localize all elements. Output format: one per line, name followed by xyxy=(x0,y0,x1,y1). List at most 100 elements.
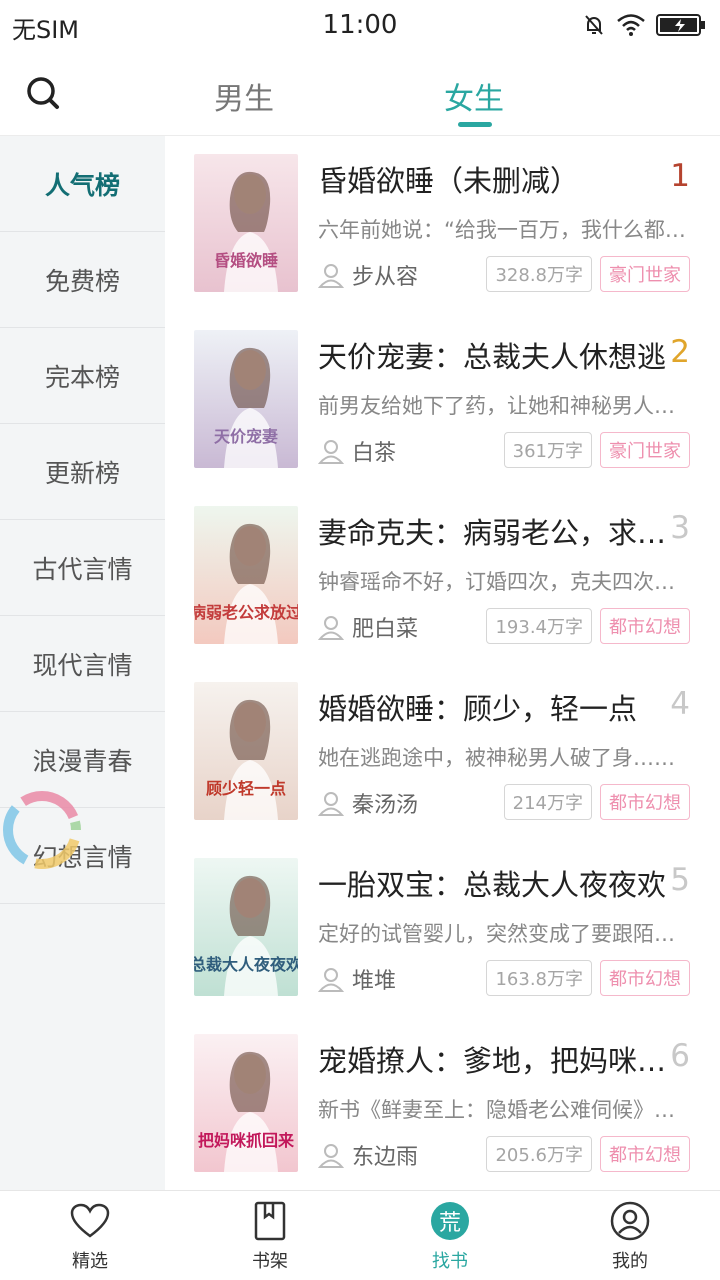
author-row: 东边雨 xyxy=(318,1140,418,1170)
category-tag: 都市幻想 xyxy=(600,608,690,644)
bookmark-book-icon xyxy=(254,1201,286,1241)
nav-bookshelf-label: 书架 xyxy=(252,1251,288,1272)
category-tag: 都市幻想 xyxy=(600,784,690,820)
book-author: 步从容 xyxy=(352,265,419,290)
word-count-tag: 361万字 xyxy=(503,432,592,468)
word-count-tag: 205.6万字 xyxy=(486,1136,592,1172)
nav-profile-label: 我的 xyxy=(612,1251,648,1272)
book-tags: 193.4万字 都市幻想 xyxy=(486,608,690,644)
book-cover[interactable]: 昏婚欲睡 xyxy=(194,154,298,292)
word-count-tag: 193.4万字 xyxy=(486,608,592,644)
book-author: 白茶 xyxy=(352,441,397,466)
book-description: 新书《鲜妻至上：隐婚老公难伺候》已发布 xyxy=(318,1098,688,1122)
book-cover[interactable]: 天价宠妻 xyxy=(194,330,298,468)
book-description: 前男友给她下了药，让她和神秘男人一夜纠缠 xyxy=(318,394,688,418)
status-icons xyxy=(582,12,706,38)
status-bar: 无SIM 11:00 xyxy=(0,0,720,52)
book-author: 秦汤汤 xyxy=(352,793,419,818)
cover-title-text: 昏婚欲睡 xyxy=(214,251,278,270)
book-tags: 205.6万字 都市幻想 xyxy=(486,1136,690,1172)
cover-title-text: 把妈咪抓回来 xyxy=(198,1131,295,1150)
book-title[interactable]: 宠婚撩人：爹地，把妈咪抓回来 xyxy=(318,1038,668,1080)
author-row: 白茶 xyxy=(318,436,396,466)
sidebar-item-free[interactable]: 免费榜 xyxy=(0,232,165,328)
book-ranking-list: 昏婚欲睡 昏婚欲睡（未删减） 1 六年前她说：“给我一百万，我什么都愿意” 步从容 328… xyxy=(165,136,720,1190)
book-row[interactable]: 总裁大人夜夜欢 一胎双宝：总裁大人夜夜欢5 定好的试管婴儿，突然变成了要跟陌生男人…… xyxy=(165,840,720,1016)
sidebar-item-popular[interactable]: 人气榜 xyxy=(0,136,165,232)
book-row[interactable]: 天价宠妻 天价宠妻：总裁夫人休想逃2 前男友给她下了药，让她和神秘男人一夜纠缠白茶 3… xyxy=(165,312,720,488)
cover-title-text: 总裁大人夜夜欢 xyxy=(194,955,298,974)
nav-find-book[interactable]: 荒 找书 xyxy=(360,1191,540,1280)
book-row[interactable]: 把妈咪抓回来 宠婚撩人：爹地，把妈咪抓回来6 新书《鲜妻至上：隐婚老公难伺候》已发布… xyxy=(165,1016,720,1190)
cover-title-text: 顾少轻一点 xyxy=(206,779,286,798)
rank-number: 3 xyxy=(670,510,690,546)
author-user-icon xyxy=(318,1144,344,1168)
rank-number: 2 xyxy=(670,334,690,370)
loading-ring-icon xyxy=(3,791,81,869)
tab-female[interactable]: 女生 xyxy=(444,74,504,118)
book-cover[interactable]: 把妈咪抓回来 xyxy=(194,1034,298,1172)
book-tags: 214万字 都市幻想 xyxy=(503,784,690,820)
find-book-icon: 荒 xyxy=(431,1202,469,1240)
author-row: 秦汤汤 xyxy=(318,788,418,818)
heart-icon xyxy=(70,1203,110,1238)
search-icon[interactable] xyxy=(22,72,66,116)
word-count-tag: 163.8万字 xyxy=(486,960,592,996)
book-author: 堆堆 xyxy=(352,969,397,994)
author-user-icon xyxy=(318,616,344,640)
category-tag: 豪门世家 xyxy=(600,256,690,292)
book-description: 她在逃跑途中，被神秘男人破了身…… xyxy=(318,746,675,770)
book-cover[interactable]: 顾少轻一点 xyxy=(194,682,298,820)
active-tab-indicator xyxy=(458,122,492,127)
nav-profile[interactable]: 我的 xyxy=(540,1191,720,1280)
author-row: 步从容 xyxy=(318,260,418,290)
rank-number: 6 xyxy=(670,1038,690,1074)
word-count-tag: 328.8万字 xyxy=(486,256,592,292)
book-description: 定好的试管婴儿，突然变成了要跟陌生男人…… xyxy=(318,922,688,946)
nav-featured[interactable]: 精选 xyxy=(0,1191,180,1280)
author-user-icon xyxy=(318,264,344,288)
word-count-tag: 214万字 xyxy=(503,784,592,820)
author-row: 肥白菜 xyxy=(318,612,418,642)
sidebar-item-updated[interactable]: 更新榜 xyxy=(0,424,165,520)
book-row[interactable]: 顾少轻一点 婚婚欲睡：顾少，轻一点 4 她在逃跑途中，被神秘男人破了身…… 秦汤汤 214… xyxy=(165,664,720,840)
author-user-icon xyxy=(318,792,344,816)
rank-number: 1 xyxy=(670,158,690,194)
book-description: 六年前她说：“给我一百万，我什么都愿意” xyxy=(318,218,688,242)
category-tag: 都市幻想 xyxy=(600,1136,690,1172)
author-user-icon xyxy=(318,440,344,464)
mute-bell-icon xyxy=(585,15,603,35)
bottom-nav: 精选 书架 荒 找书 我的 xyxy=(0,1190,720,1280)
battery-icon xyxy=(656,14,705,36)
book-row[interactable]: 病弱老公求放过 妻命克夫：病弱老公，求放过 3 钟睿瑶命不好，订婚四次，克夫四次…… 肥… xyxy=(165,488,720,664)
sidebar-item-modern-romance[interactable]: 现代言情 xyxy=(0,616,165,712)
book-title[interactable]: 妻命克夫：病弱老公，求放过 xyxy=(318,510,668,552)
book-title[interactable]: 一胎双宝：总裁大人夜夜欢 xyxy=(318,862,668,904)
cover-title-text: 天价宠妻 xyxy=(214,427,278,446)
wifi-icon xyxy=(617,14,645,36)
author-row: 堆堆 xyxy=(318,964,396,994)
book-row[interactable]: 昏婚欲睡 昏婚欲睡（未删减） 1 六年前她说：“给我一百万，我什么都愿意” 步从容 328… xyxy=(165,136,720,312)
rank-number: 5 xyxy=(670,862,690,898)
nav-find-book-label: 找书 xyxy=(432,1251,468,1272)
sidebar-item-ancient-romance[interactable]: 古代言情 xyxy=(0,520,165,616)
sidebar-item-completed[interactable]: 完本榜 xyxy=(0,328,165,424)
book-tags: 328.8万字 豪门世家 xyxy=(486,256,690,292)
cover-title-text: 病弱老公求放过 xyxy=(194,603,298,622)
book-title[interactable]: 婚婚欲睡：顾少，轻一点 xyxy=(318,686,668,728)
book-description: 钟睿瑶命不好，订婚四次，克夫四次…… xyxy=(318,570,688,594)
author-user-icon xyxy=(318,968,344,992)
book-tags: 361万字 豪门世家 xyxy=(503,432,690,468)
book-tags: 163.8万字 都市幻想 xyxy=(486,960,690,996)
tab-male[interactable]: 男生 xyxy=(214,74,274,118)
book-author: 肥白菜 xyxy=(352,617,419,642)
nav-bookshelf[interactable]: 书架 xyxy=(180,1191,360,1280)
book-cover[interactable]: 总裁大人夜夜欢 xyxy=(194,858,298,996)
nav-featured-label: 精选 xyxy=(72,1251,108,1272)
profile-icon xyxy=(610,1201,650,1241)
top-header: 男生 女生 xyxy=(0,52,720,136)
book-cover[interactable]: 病弱老公求放过 xyxy=(194,506,298,644)
book-title[interactable]: 昏婚欲睡（未删减） xyxy=(318,158,668,200)
book-title[interactable]: 天价宠妻：总裁夫人休想逃 xyxy=(318,334,668,376)
category-tag: 都市幻想 xyxy=(600,960,690,996)
